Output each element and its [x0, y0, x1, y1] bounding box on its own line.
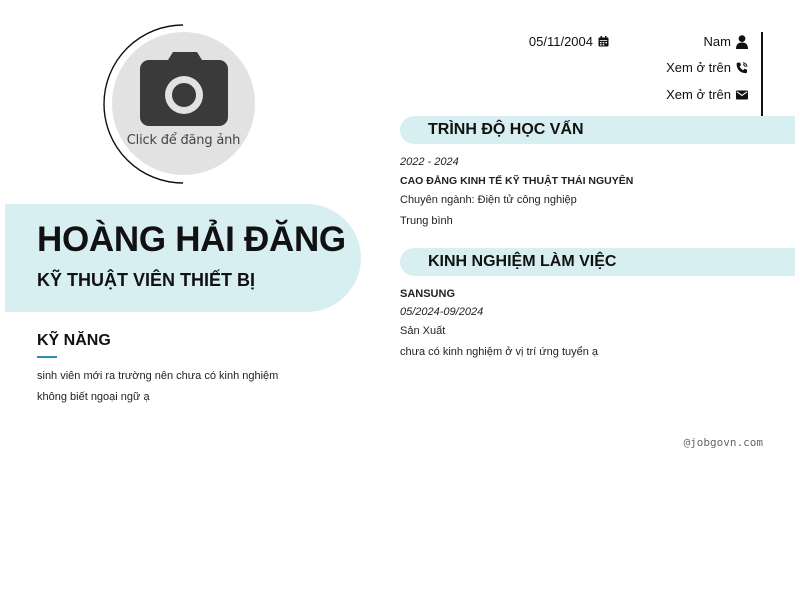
education-heading[interactable]: TRÌNH ĐỘ HỌC VẤN [428, 121, 584, 139]
phone-icon [736, 61, 748, 73]
experience-header: KINH NGHIỆM LÀM VIỆC [400, 248, 795, 276]
candidate-name[interactable]: HOÀNG HẢI ĐĂNG [37, 220, 346, 260]
phone-value: Xem ở trên [666, 60, 731, 75]
job-title[interactable]: KỸ THUẬT VIÊN THIẾT BỊ [37, 270, 255, 291]
experience-company[interactable]: SANSUNG [400, 287, 790, 301]
education-entry: 2022 - 2024 CAO ĐẲNG KINH TẾ KỸ THUẬT TH… [400, 155, 790, 228]
experience-position[interactable]: Sản Xuất [400, 324, 790, 338]
envelope-icon [736, 90, 748, 99]
dob-value: 05/11/2004 [528, 34, 593, 49]
dob-field[interactable]: 05/11/2004 [529, 34, 609, 49]
education-grade[interactable]: Trung bình [400, 214, 790, 228]
avatar-upload[interactable]: Click để đăng ảnh [103, 24, 263, 184]
skill-item[interactable]: sinh viên mới ra trường nên chưa có kinh… [37, 366, 367, 387]
camera-icon [140, 52, 228, 126]
calendar-icon [598, 36, 609, 47]
email-field[interactable]: Xem ở trên [666, 87, 748, 102]
experience-description[interactable]: chưa có kinh nghiệm ở vị trí ứng tuyển ạ [400, 345, 790, 359]
name-banner: HOÀNG HẢI ĐĂNG KỸ THUẬT VIÊN THIẾT BỊ [5, 204, 361, 312]
experience-period[interactable]: 05/2024-09/2024 [400, 305, 790, 319]
education-header: TRÌNH ĐỘ HỌC VẤN [400, 116, 795, 144]
skills-heading[interactable]: KỸ NĂNG [37, 330, 367, 352]
gender-field[interactable]: Nam [704, 34, 748, 49]
avatar-placeholder[interactable]: Click để đăng ảnh [112, 32, 255, 175]
email-value: Xem ở trên [666, 87, 731, 102]
skills-section: KỸ NĂNG sinh viên mới ra trường nên chưa… [37, 330, 367, 408]
education-school[interactable]: CAO ĐẲNG KINH TẾ KỸ THUẬT THÁI NGUYÊN [400, 174, 790, 188]
gender-value: Nam [703, 34, 731, 49]
user-icon [736, 34, 748, 49]
experience-heading[interactable]: KINH NGHIỆM LÀM VIỆC [428, 253, 616, 271]
phone-field[interactable]: Xem ở trên [666, 60, 748, 75]
experience-entry: SANSUNG 05/2024-09/2024 Sản Xuất chưa có… [400, 287, 790, 359]
skill-item[interactable]: không biết ngoại ngữ ạ [37, 387, 367, 408]
avatar-caption: Click để đăng ảnh [126, 133, 241, 148]
skills-underline [37, 356, 57, 358]
education-period[interactable]: 2022 - 2024 [400, 155, 790, 169]
contact-divider [761, 32, 763, 116]
education-major[interactable]: Chuyên ngành: Điện tử công nghiệp [400, 193, 790, 207]
watermark: @jobgovn.com [683, 436, 763, 449]
